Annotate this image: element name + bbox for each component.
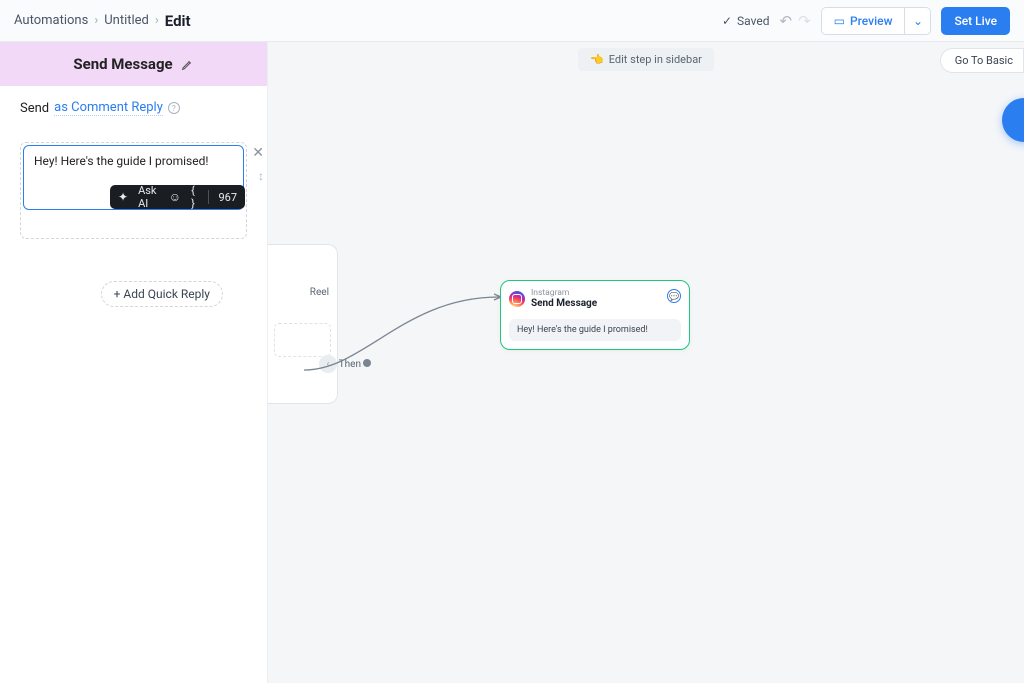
message-composer: ✕ ↕ ✦ Ask AI ☺ { } 967: [20, 142, 247, 239]
breadcrumb: Automations › Untitled › Edit: [14, 12, 191, 30]
check-icon: ✓: [722, 14, 732, 28]
flow-canvas[interactable]: 👈 Edit step in sidebar Go To Basic Reel …: [268, 42, 1024, 683]
saved-status: ✓ Saved: [722, 14, 770, 28]
edit-step-label: Edit step in sidebar: [609, 53, 702, 66]
panel-title: Send Message: [73, 55, 172, 73]
then-label: Then: [339, 359, 361, 370]
output-port[interactable]: [363, 359, 371, 367]
send-message-node[interactable]: Instagram Send Message 💬 Hey! Here's the…: [500, 280, 690, 350]
breadcrumb-mid[interactable]: Untitled: [104, 13, 149, 28]
node-message-bubble: Hey! Here's the guide I promised!: [509, 319, 681, 341]
send-mode-link[interactable]: as Comment Reply: [54, 100, 163, 116]
sparkle-icon[interactable]: ✦: [118, 190, 128, 204]
trigger-reel-label: Reel: [310, 287, 329, 298]
point-left-icon: 👈: [590, 53, 604, 66]
ask-ai-button[interactable]: Ask AI: [138, 184, 159, 210]
panel-title-row: Send Message: [0, 42, 267, 86]
emoji-icon[interactable]: ☺: [169, 190, 181, 204]
edit-icon[interactable]: [181, 58, 194, 71]
braces-icon[interactable]: { }: [191, 184, 198, 210]
help-icon[interactable]: ?: [168, 102, 180, 114]
chevron-right-icon: ›: [94, 13, 98, 28]
preview-button[interactable]: ▭ Preview: [821, 7, 906, 35]
undo-icon[interactable]: ↶: [779, 12, 792, 30]
then-circle-icon: ‹: [319, 355, 337, 373]
node-platform: Instagram: [531, 289, 597, 298]
node-title: Send Message: [531, 298, 597, 309]
breadcrumb-root[interactable]: Automations: [14, 13, 88, 28]
chevron-right-icon: ›: [155, 13, 159, 28]
trigger-slot[interactable]: [274, 323, 331, 357]
breadcrumb-current: Edit: [165, 12, 191, 30]
preview-dropdown[interactable]: ⌄: [905, 7, 931, 35]
trigger-node[interactable]: Reel ‹ Then: [268, 244, 338, 404]
add-quick-reply-button[interactable]: + Add Quick Reply: [101, 281, 223, 307]
send-label: Send: [20, 101, 49, 116]
edit-step-hint: 👈 Edit step in sidebar: [578, 48, 714, 71]
chevron-down-icon: ⌄: [913, 14, 923, 28]
step-editor-panel: Send Message Send as Comment Reply ? ✕ ↕…: [0, 42, 268, 683]
help-fab[interactable]: [1002, 98, 1024, 142]
message-input[interactable]: [24, 146, 243, 182]
separator: [208, 190, 209, 204]
reply-icon: 💬: [667, 289, 681, 303]
redo-icon[interactable]: ↷: [798, 12, 811, 30]
char-count: 967: [218, 191, 237, 204]
instagram-icon: [509, 291, 525, 307]
resize-icon[interactable]: ↕: [258, 169, 264, 183]
set-live-label: Set Live: [954, 14, 997, 28]
set-live-button[interactable]: Set Live: [941, 7, 1010, 35]
preview-label: Preview: [850, 14, 893, 28]
saved-label: Saved: [737, 14, 769, 28]
go-to-basic-button[interactable]: Go To Basic: [940, 48, 1024, 73]
composer-toolbar: ✦ Ask AI ☺ { } 967: [110, 185, 245, 209]
close-icon[interactable]: ✕: [252, 145, 264, 161]
device-icon: ▭: [834, 14, 845, 28]
